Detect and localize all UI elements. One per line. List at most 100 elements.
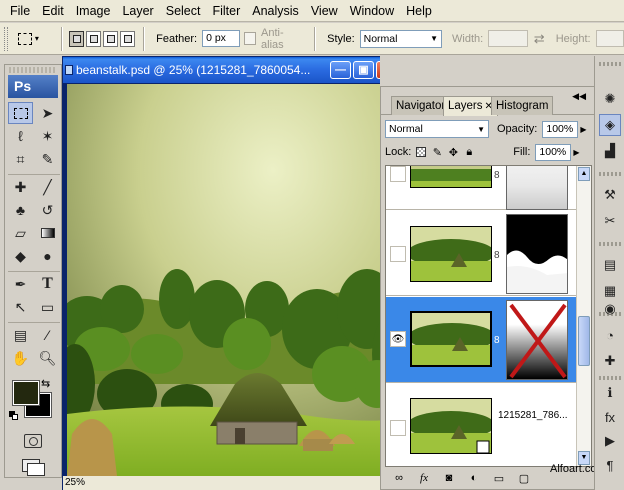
marquee-tool-icon[interactable] — [8, 102, 33, 124]
gradient-tool-icon[interactable] — [35, 222, 60, 244]
document-canvas[interactable] — [67, 84, 399, 476]
crop-tool-icon[interactable]: ⌗ — [8, 148, 33, 170]
opacity-slider-icon[interactable]: ▶ — [580, 125, 586, 134]
tool-presets-icon[interactable]: ✂ — [599, 210, 621, 232]
visibility-toggle[interactable] — [390, 420, 406, 436]
blend-mode-select[interactable]: Normal ▼ — [385, 120, 489, 138]
magic-wand-tool-icon[interactable]: ✶ — [35, 125, 60, 147]
foreground-color-swatch[interactable] — [12, 380, 40, 406]
menu-image[interactable]: Image — [70, 0, 117, 22]
history-brush-tool-icon[interactable]: ↺ — [35, 199, 60, 221]
ps-logo[interactable]: Ps — [8, 75, 58, 98]
add-mask-icon[interactable]: ◙ — [441, 471, 457, 485]
new-group-icon[interactable]: ▭ — [491, 471, 507, 485]
tab-histogram[interactable]: Histogram — [491, 96, 554, 115]
paths-icon[interactable]: ✚ — [599, 350, 621, 372]
style-select[interactable]: Normal ▼ — [359, 29, 442, 48]
lock-pixels-icon[interactable]: ✎ — [431, 146, 443, 159]
feather-input[interactable]: 0 px — [202, 30, 240, 47]
eye-icon[interactable]: 👁︎ — [390, 331, 406, 347]
subtract-selection-button[interactable] — [103, 30, 119, 47]
layer-row[interactable]: 8 — [386, 166, 577, 210]
slice-tool-icon[interactable]: ✎ — [35, 148, 60, 170]
menu-select[interactable]: Select — [160, 0, 207, 22]
layers-scrollbar[interactable]: ▲ ▼ — [576, 166, 591, 466]
info-panel-icon[interactable]: ▤ — [599, 254, 621, 276]
quick-mask-button[interactable] — [18, 431, 48, 451]
opacity-input[interactable]: 100% — [542, 120, 579, 138]
visibility-toggle[interactable] — [390, 246, 406, 262]
tab-layers[interactable]: Layers ✕ — [443, 96, 498, 116]
menu-window[interactable]: Window — [344, 0, 400, 22]
menu-edit[interactable]: Edit — [36, 0, 70, 22]
menu-filter[interactable]: Filter — [206, 0, 246, 22]
menu-view[interactable]: View — [305, 0, 344, 22]
options-grip[interactable] — [4, 26, 8, 51]
hand-tool-icon[interactable]: ✋ — [8, 347, 33, 369]
zoom-level[interactable]: 25% — [65, 477, 85, 488]
adjustment-layer-icon[interactable]: ◐ — [466, 471, 482, 485]
new-layer-icon[interactable]: ▢ — [516, 471, 532, 485]
lock-position-icon[interactable]: ✥ — [447, 146, 459, 159]
type-tool-icon[interactable]: T — [35, 273, 60, 295]
collapse-panel-icon[interactable]: ◀◀ — [572, 91, 586, 102]
menu-layer[interactable]: Layer — [116, 0, 159, 22]
lock-transparent-icon[interactable] — [415, 146, 427, 158]
menu-help[interactable]: Help — [400, 0, 438, 22]
path-select-tool-icon[interactable]: ↖ — [8, 296, 33, 318]
swap-colors-icon[interactable]: ⇆ — [41, 377, 50, 390]
notes-tool-icon[interactable]: ▤ — [8, 324, 33, 346]
zoom-tool-icon[interactable]: 🔍︎ — [35, 347, 60, 369]
scroll-up-icon[interactable]: ▲ — [578, 167, 590, 181]
scrollbar-thumb[interactable] — [578, 316, 590, 366]
color-icon[interactable]: ◉ — [599, 298, 621, 320]
actions-icon[interactable]: ⚒ — [599, 184, 621, 206]
width-input[interactable] — [488, 30, 528, 47]
histogram-icon[interactable]: ▟ — [599, 140, 621, 162]
dodge-tool-icon[interactable]: ● — [35, 245, 60, 267]
info-icon[interactable]: ℹ — [599, 382, 621, 404]
menu-analysis[interactable]: Analysis — [246, 0, 305, 22]
move-tool-icon[interactable]: ➤ — [35, 102, 60, 124]
eraser-tool-icon[interactable]: ▱ — [8, 222, 33, 244]
restore-button[interactable]: ▣ — [353, 61, 374, 79]
styles-icon[interactable]: fx — [599, 406, 621, 428]
swap-dimensions-icon[interactable]: ⇄ — [534, 31, 545, 47]
layer-row[interactable]: 8 — [386, 212, 577, 296]
fill-slider-icon[interactable]: ▶ — [573, 148, 579, 157]
layer-mask-thumbnail[interactable] — [506, 214, 568, 294]
healing-brush-tool-icon[interactable]: ✚ — [8, 176, 33, 198]
link-icon[interactable]: 8 — [494, 335, 500, 346]
intersect-selection-button[interactable] — [120, 30, 136, 47]
lock-all-icon[interactable]: 🔒︎ — [463, 146, 475, 158]
tab-navigator[interactable]: Navigator — [391, 96, 451, 115]
play-action-icon[interactable]: ▶ — [599, 430, 621, 452]
paragraph-icon[interactable]: ¶ — [599, 454, 621, 476]
screen-mode-button[interactable] — [18, 457, 48, 479]
visibility-toggle[interactable] — [390, 166, 406, 182]
navigator-icon[interactable]: ✺ — [599, 88, 621, 110]
lasso-tool-icon[interactable]: ℓ — [8, 125, 33, 147]
minimize-button[interactable]: — — [330, 61, 351, 79]
add-selection-button[interactable] — [86, 30, 102, 47]
layers-icon[interactable]: ◈ — [599, 114, 621, 136]
tool-preset-picker[interactable]: ▾ — [17, 27, 55, 51]
pen-tool-icon[interactable]: ✒ — [8, 273, 33, 295]
layer-row-selected[interactable]: 👁︎ 8 — [386, 297, 577, 383]
link-layers-icon[interactable]: ∞ — [391, 471, 407, 485]
layer-row[interactable]: 1215281_786... — [386, 384, 577, 466]
new-selection-button[interactable] — [69, 30, 85, 47]
fill-input[interactable]: 100% — [535, 143, 572, 161]
swatches-icon[interactable]: ◔ — [599, 324, 621, 346]
strip-grip[interactable] — [599, 242, 621, 246]
strip-grip[interactable] — [599, 172, 621, 176]
menu-file[interactable]: File — [4, 0, 36, 22]
strip-grip[interactable] — [599, 62, 621, 66]
layer-mask-thumbnail[interactable] — [506, 300, 568, 380]
strip-grip[interactable] — [599, 376, 621, 380]
default-colors-icon[interactable] — [9, 411, 18, 420]
palette-grip[interactable] — [9, 67, 57, 73]
link-icon[interactable]: 8 — [494, 170, 500, 181]
link-icon[interactable]: 8 — [494, 250, 500, 261]
brush-tool-icon[interactable]: ╱ — [35, 176, 60, 198]
